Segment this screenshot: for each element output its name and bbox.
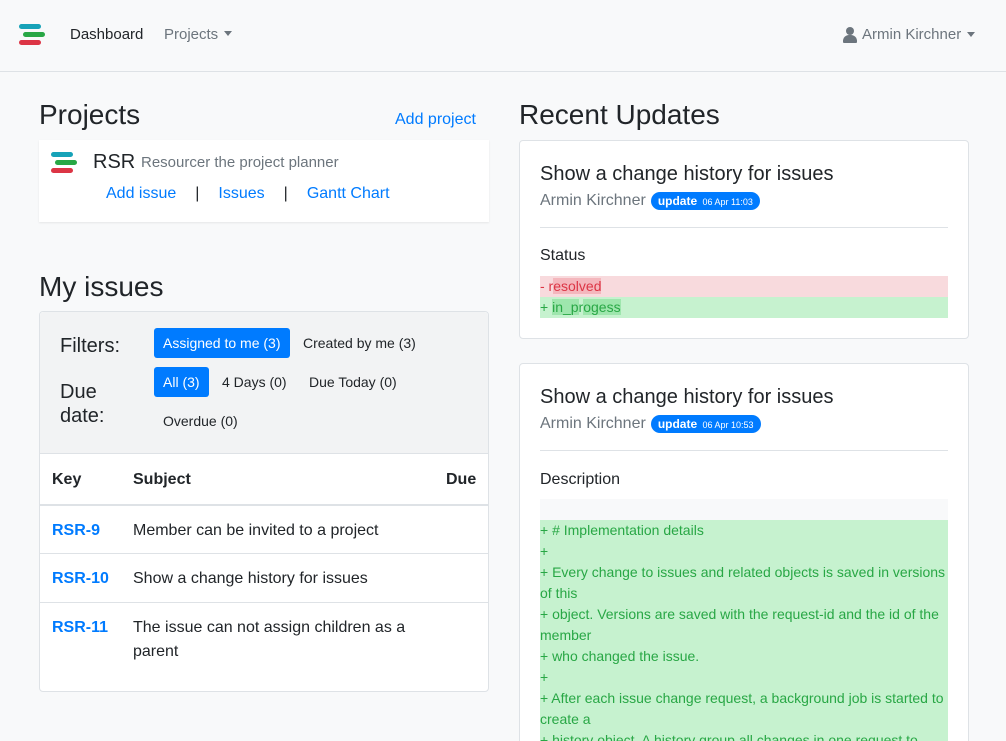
divider bbox=[540, 227, 948, 228]
nav-projects-dropdown[interactable]: Projects bbox=[164, 26, 233, 43]
my-issues-heading: My issues bbox=[39, 271, 164, 302]
separator: | bbox=[195, 185, 200, 202]
due-today-button[interactable]: Due Today (0) bbox=[300, 367, 406, 397]
add-project-link[interactable]: Add project bbox=[395, 111, 476, 129]
chevron-down-icon bbox=[224, 31, 233, 36]
add-issue-link[interactable]: Add issue bbox=[106, 185, 176, 203]
filter-area: Filters: Due date: Assigned to me (3) Cr… bbox=[40, 312, 488, 454]
filter-created-by-me-button[interactable]: Created by me (3) bbox=[294, 328, 425, 358]
update-badge: update 06 Apr 11:03 bbox=[650, 192, 760, 210]
changed-field-label: Description bbox=[540, 471, 621, 488]
update-title[interactable]: Show a change history for issues bbox=[540, 386, 834, 409]
author-name: Armin Kirchner bbox=[540, 192, 646, 209]
diff-added-line: + Every change to issues and related obj… bbox=[540, 564, 946, 601]
projects-heading: Projects bbox=[39, 99, 141, 130]
diff-removed-line: - resolved bbox=[540, 276, 948, 297]
diff-added-line: + history object. A history group all ch… bbox=[540, 732, 918, 741]
diff-added-line: + After each issue change request, a bac… bbox=[540, 690, 944, 727]
nav-dashboard-link[interactable]: Dashboard bbox=[70, 26, 143, 43]
project-logo-icon bbox=[49, 152, 79, 176]
chevron-down-icon bbox=[967, 32, 976, 37]
table-row[interactable]: RSR-10 Show a change history for issues bbox=[40, 553, 488, 602]
update-author: Armin Kirchner update 06 Apr 10:53 bbox=[540, 415, 761, 433]
issue-subject: Member can be invited to a project bbox=[133, 522, 379, 539]
issue-key-link[interactable]: RSR-11 bbox=[52, 619, 108, 637]
update-title[interactable]: Show a change history for issues bbox=[540, 163, 834, 186]
diff-blank-line bbox=[540, 499, 948, 520]
update-date: 06 Apr 10:53 bbox=[702, 420, 754, 430]
project-links: Add issue | Issues | Gantt Chart bbox=[106, 185, 390, 203]
filter-assigned-to-me-button[interactable]: Assigned to me (3) bbox=[154, 328, 290, 358]
column-subject: Subject bbox=[133, 471, 191, 488]
diff-added-line: + in_progess bbox=[540, 297, 948, 318]
filters-label: Filters: bbox=[60, 335, 120, 357]
nav-projects-label: Projects bbox=[164, 26, 219, 43]
diff-prefix: - r bbox=[540, 278, 554, 294]
author-name: Armin Kirchner bbox=[540, 415, 646, 432]
brand-logo-icon[interactable] bbox=[17, 24, 47, 48]
due-all-button[interactable]: All (3) bbox=[154, 367, 209, 397]
diff-prefix: + bbox=[540, 299, 553, 315]
due-overdue-button[interactable]: Overdue (0) bbox=[154, 406, 247, 436]
divider bbox=[540, 450, 948, 451]
table-row[interactable]: RSR-11 The issue can not assign children… bbox=[40, 602, 488, 690]
project-description: Resourcer the project planner bbox=[141, 154, 339, 171]
my-issues-panel: Filters: Due date: Assigned to me (3) Cr… bbox=[39, 311, 489, 692]
table-row[interactable]: RSR-9 Member can be invited to a project bbox=[40, 504, 488, 554]
diff-added-line: + bbox=[540, 669, 549, 685]
diff-added-line: + object. Versions are saved with the re… bbox=[540, 606, 939, 643]
update-author: Armin Kirchner update 06 Apr 11:03 bbox=[540, 192, 760, 210]
recent-updates-heading: Recent Updates bbox=[519, 99, 720, 130]
gantt-chart-link[interactable]: Gantt Chart bbox=[307, 185, 390, 203]
issue-key-link[interactable]: RSR-10 bbox=[52, 570, 109, 588]
issue-subject: Show a change history for issues bbox=[133, 570, 368, 587]
issue-subject: The issue can not assign children as a p… bbox=[133, 619, 406, 660]
issue-key-link[interactable]: RSR-9 bbox=[52, 522, 100, 540]
issues-link[interactable]: Issues bbox=[218, 185, 264, 203]
diff-highlight: ogess bbox=[583, 299, 621, 315]
project-card: RSR Resourcer the project planner Add is… bbox=[39, 140, 489, 222]
update-card: Show a change history for issues Armin K… bbox=[519, 363, 969, 741]
badge-label: update bbox=[657, 417, 698, 431]
changed-field-label: Status bbox=[540, 247, 586, 264]
badge-label: update bbox=[657, 194, 698, 208]
due-4-days-button[interactable]: 4 Days (0) bbox=[213, 367, 296, 397]
project-key[interactable]: RSR bbox=[93, 151, 135, 174]
diff-added-line: + # Implementation details bbox=[540, 522, 704, 538]
update-card: Show a change history for issues Armin K… bbox=[519, 140, 969, 339]
diff-added-line: + bbox=[540, 543, 549, 559]
due-date-label: Due date: bbox=[60, 381, 105, 427]
update-badge: update 06 Apr 10:53 bbox=[650, 415, 761, 433]
diff-highlight: esolved bbox=[553, 278, 602, 294]
user-name: Armin Kirchner bbox=[862, 26, 962, 43]
diff-highlight: in_p bbox=[552, 299, 579, 315]
diff-block: + # Implementation details + + Every cha… bbox=[540, 499, 948, 741]
diff-added-block: + # Implementation details + + Every cha… bbox=[540, 520, 948, 741]
user-icon bbox=[843, 26, 857, 43]
user-menu-dropdown[interactable]: Armin Kirchner bbox=[843, 26, 976, 43]
navbar: Dashboard Projects Armin Kirchner bbox=[0, 0, 1006, 72]
column-key: Key bbox=[52, 471, 82, 488]
column-due: Due bbox=[446, 471, 477, 488]
diff-added-line: + who changed the issue. bbox=[540, 648, 700, 664]
separator: | bbox=[283, 185, 288, 202]
update-date: 06 Apr 11:03 bbox=[702, 197, 753, 207]
